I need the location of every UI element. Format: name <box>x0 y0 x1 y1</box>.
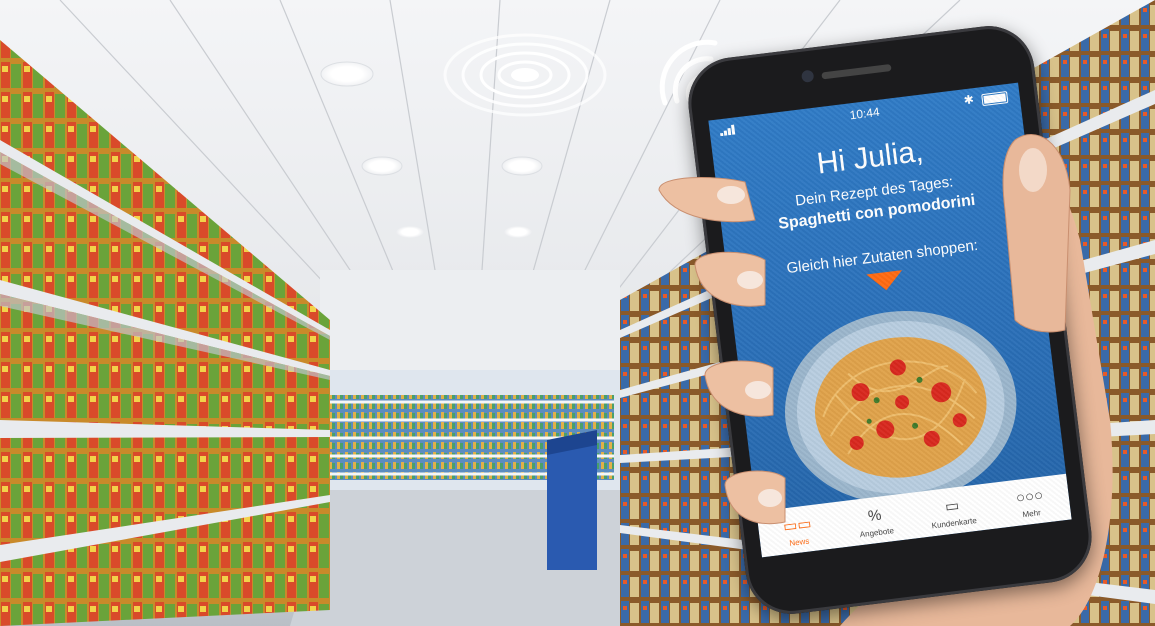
tab-mehr[interactable]: ○○○ Mehr <box>989 474 1072 529</box>
front-camera <box>800 69 815 83</box>
tab-mehr-label: Mehr <box>1022 508 1042 520</box>
tab-kundenkarte[interactable]: ▭ Kundenkarte <box>911 483 994 538</box>
hand-thumb <box>1002 134 1071 333</box>
more-icon: ○○○ <box>1015 486 1045 507</box>
down-arrow-icon[interactable] <box>866 270 905 293</box>
card-icon: ▭ <box>944 497 961 516</box>
bluetooth-icon: ✱ <box>962 92 975 108</box>
percent-icon: % <box>867 506 883 526</box>
hand-fingers <box>658 177 786 525</box>
tab-kundenkarte-label: Kundenkarte <box>931 515 978 531</box>
supermarket-scene: 10:44 ✱ Hi Julia, Dein Rezept des Tages:… <box>0 0 1155 626</box>
battery-icon <box>981 91 1009 107</box>
tab-angebote-label: Angebote <box>859 526 895 540</box>
tab-angebote[interactable]: % Angebote <box>834 493 917 548</box>
beacon-waves-icon <box>443 33 607 117</box>
earpiece-speaker <box>821 63 892 80</box>
